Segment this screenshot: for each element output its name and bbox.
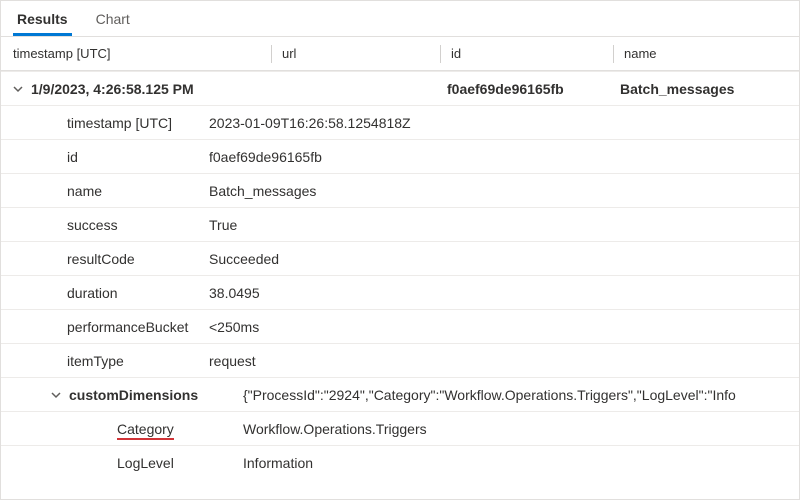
detail-value: request: [209, 353, 791, 369]
detail-row-cd-category: Category Workflow.Operations.Triggers: [1, 411, 799, 445]
detail-row-name: name Batch_messages: [1, 173, 799, 207]
detail-row-resultcode: resultCode Succeeded: [1, 241, 799, 275]
detail-rows: timestamp [UTC] 2023-01-09T16:26:58.1254…: [1, 105, 799, 479]
detail-row-itemtype: itemType request: [1, 343, 799, 377]
detail-key: LogLevel: [9, 455, 243, 471]
detail-row-cd-loglevel: LogLevel Information: [1, 445, 799, 479]
col-header-id[interactable]: id: [451, 46, 613, 61]
chevron-down-icon[interactable]: [47, 389, 65, 401]
detail-key: timestamp [UTC]: [9, 115, 209, 131]
detail-row-duration: duration 38.0495: [1, 275, 799, 309]
group-id: f0aef69de96165fb: [447, 81, 609, 97]
col-header-name[interactable]: name: [624, 46, 787, 61]
tab-chart[interactable]: Chart: [92, 5, 134, 36]
detail-value: {"ProcessId":"2924","Category":"Workflow…: [209, 387, 791, 403]
col-header-timestamp[interactable]: timestamp [UTC]: [13, 46, 271, 61]
detail-key: success: [9, 217, 209, 233]
detail-value: 38.0495: [209, 285, 791, 301]
col-separator: [271, 45, 272, 63]
detail-row-performancebucket: performanceBucket <250ms: [1, 309, 799, 343]
detail-value: Information: [243, 455, 791, 471]
result-group-row[interactable]: 1/9/2023, 4:26:58.125 PM f0aef69de96165f…: [1, 71, 799, 105]
detail-key-label: customDimensions: [69, 387, 198, 403]
detail-value: Batch_messages: [209, 183, 791, 199]
column-headers: timestamp [UTC] url id name: [1, 37, 799, 71]
detail-key: resultCode: [9, 251, 209, 267]
detail-row-success: success True: [1, 207, 799, 241]
detail-key: itemType: [9, 353, 209, 369]
col-separator: [613, 45, 614, 63]
col-separator: [440, 45, 441, 63]
detail-key: duration: [9, 285, 209, 301]
detail-key: id: [9, 149, 209, 165]
group-name: Batch_messages: [620, 81, 791, 97]
detail-key: performanceBucket: [9, 319, 209, 335]
detail-value: 2023-01-09T16:26:58.1254818Z: [209, 115, 791, 131]
col-header-url[interactable]: url: [282, 46, 440, 61]
detail-value: Succeeded: [209, 251, 791, 267]
detail-value: <250ms: [209, 319, 791, 335]
detail-key: name: [9, 183, 209, 199]
detail-value: f0aef69de96165fb: [209, 149, 791, 165]
detail-value: True: [209, 217, 791, 233]
detail-row-id: id f0aef69de96165fb: [1, 139, 799, 173]
tabs-bar: Results Chart: [1, 1, 799, 37]
detail-key: Category: [9, 421, 243, 437]
detail-row-timestamp: timestamp [UTC] 2023-01-09T16:26:58.1254…: [1, 105, 799, 139]
chevron-down-icon[interactable]: [9, 83, 27, 95]
detail-value: Workflow.Operations.Triggers: [243, 421, 791, 437]
group-timestamp: 1/9/2023, 4:26:58.125 PM: [31, 81, 194, 97]
detail-row-customdimensions[interactable]: customDimensions {"ProcessId":"2924","Ca…: [1, 377, 799, 411]
tab-results[interactable]: Results: [13, 5, 72, 36]
category-label-highlighted: Category: [117, 421, 174, 440]
